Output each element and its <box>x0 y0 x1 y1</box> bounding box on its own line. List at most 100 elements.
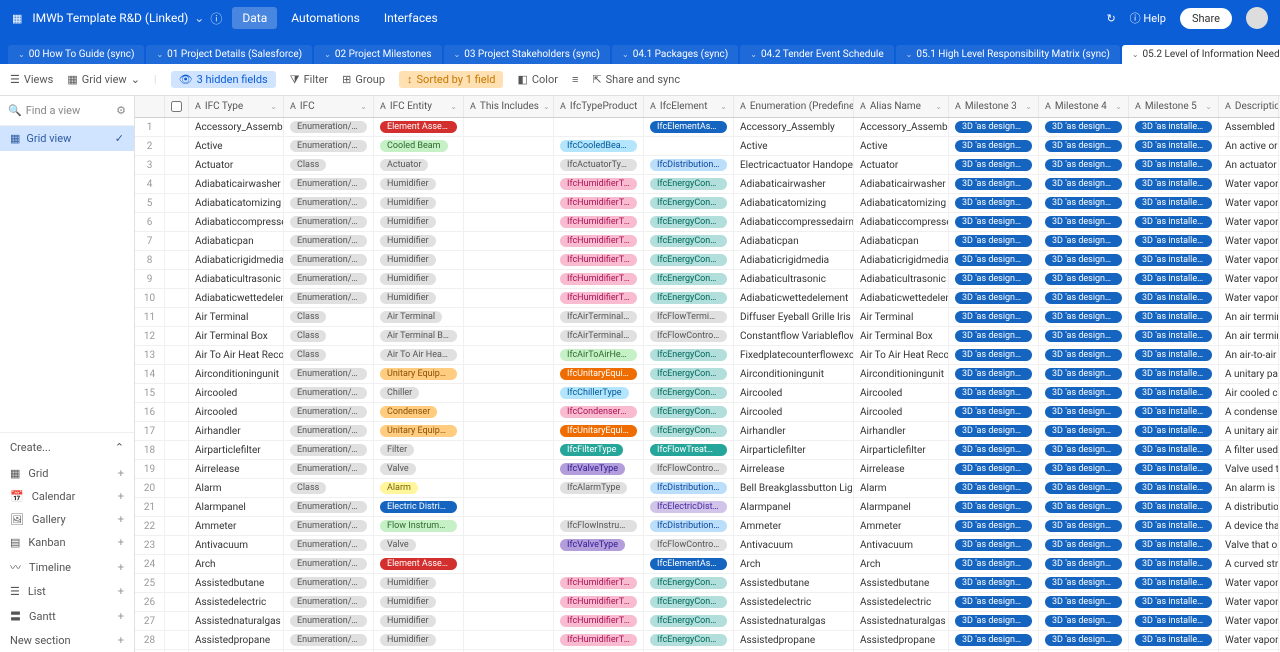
cell-m3[interactable]: 3D 'as designed', gener... <box>949 308 1039 326</box>
cell-ifcelement[interactable]: IfcEnergyConversionDev... <box>644 175 734 193</box>
cell-ifctype[interactable]: Airconditioningunit <box>189 365 284 383</box>
cell-ifc[interactable]: Enumeration/PreDefine... <box>284 270 374 288</box>
table-row[interactable]: 25AssistedbutaneEnumeration/PreDefine...… <box>135 574 1280 593</box>
cell-ifctypeproduct[interactable]: IfcUnitaryEquipmentType <box>554 422 644 440</box>
row-checkbox[interactable] <box>165 194 189 212</box>
column-header[interactable]: A IfcTypeProduct⌄ <box>554 96 644 117</box>
cell-enum[interactable]: Ammeter <box>734 517 854 535</box>
cell-m3[interactable]: 3D 'as designed', gener... <box>949 536 1039 554</box>
view-search[interactable]: 🔍 Find a view⚙ <box>0 96 134 126</box>
row-checkbox[interactable] <box>165 213 189 231</box>
cell-m4[interactable]: 3D 'as designed', specific... <box>1039 460 1129 478</box>
cell-includes[interactable] <box>464 175 554 193</box>
cell-m5[interactable]: 3D 'as installed', specific... <box>1129 479 1219 497</box>
sidebar-create-kanban[interactable]: ▤Kanban+ <box>0 531 134 554</box>
cell-includes[interactable] <box>464 422 554 440</box>
cell-m3[interactable]: 3D 'as designed', gener... <box>949 612 1039 630</box>
info-icon[interactable]: ⓘ <box>210 10 222 27</box>
cell-ifctypeproduct[interactable]: IfcHumidifierType <box>554 574 644 592</box>
cell-m4[interactable]: 3D 'as designed', specific... <box>1039 517 1129 535</box>
cell-desc[interactable]: Assembled accesso <box>1219 118 1279 136</box>
cell-enum[interactable]: Accessory_Assembly <box>734 118 854 136</box>
table-row[interactable]: 12Air Terminal BoxClassAir Terminal BoxI… <box>135 327 1280 346</box>
cell-ifc[interactable]: Enumeration/PreDefine... <box>284 555 374 573</box>
cell-alias[interactable]: Air Terminal <box>854 308 949 326</box>
cell-m4[interactable]: 3D 'as designed', specific... <box>1039 175 1129 193</box>
cell-alias[interactable]: Alarm <box>854 479 949 497</box>
cell-desc[interactable]: An air terminal box <box>1219 327 1279 345</box>
cell-ifcentity[interactable]: Humidifier <box>374 612 464 630</box>
cell-ifcentity[interactable]: Unitary Equipment <box>374 422 464 440</box>
cell-ifcentity[interactable]: Element Assembly <box>374 118 464 136</box>
row-checkbox[interactable] <box>165 441 189 459</box>
cell-desc[interactable]: A device that read <box>1219 517 1279 535</box>
table-row[interactable]: 20AlarmClassAlarmIfcAlarmTypeIfcDistribu… <box>135 479 1280 498</box>
row-checkbox[interactable] <box>165 612 189 630</box>
cell-ifctypeproduct[interactable]: IfcHumidifierType <box>554 232 644 250</box>
cell-includes[interactable] <box>464 270 554 288</box>
table-tab[interactable]: ⌄ 05.1 High Level Responsibility Matrix … <box>896 45 1120 64</box>
column-header[interactable]: A Milestone 4⌄ <box>1039 96 1129 117</box>
cell-ifctypeproduct[interactable] <box>554 555 644 573</box>
row-checkbox[interactable] <box>165 346 189 364</box>
cell-m4[interactable]: 3D 'as designed', specific... <box>1039 289 1129 307</box>
cell-includes[interactable] <box>464 213 554 231</box>
cell-includes[interactable] <box>464 194 554 212</box>
table-row[interactable]: 2ActiveEnumeration/PreDefine...Cooled Be… <box>135 137 1280 156</box>
table-row[interactable]: 21AlarmpanelEnumeration/PreDefine...Elec… <box>135 498 1280 517</box>
cell-ifctypeproduct[interactable]: IfcChillerType <box>554 384 644 402</box>
cell-ifctype[interactable]: Assistedbutane <box>189 574 284 592</box>
table-tab[interactable]: ⌄ 03 Project Stakeholders (sync) <box>444 45 611 64</box>
cell-m3[interactable]: 3D 'as designed', gener... <box>949 289 1039 307</box>
row-checkbox[interactable] <box>165 555 189 573</box>
cell-ifcentity[interactable]: Humidifier <box>374 213 464 231</box>
cell-desc[interactable]: Water vapor is add <box>1219 251 1279 269</box>
row-checkbox[interactable] <box>165 327 189 345</box>
cell-ifcentity[interactable]: Alarm <box>374 479 464 497</box>
cell-m3[interactable]: 3D 'as designed', gener... <box>949 365 1039 383</box>
table-row[interactable]: 8AdiabaticrigidmediaEnumeration/PreDefin… <box>135 251 1280 270</box>
table-tab[interactable]: ⌄ 00 How To Guide (sync) <box>8 45 144 64</box>
cell-ifctype[interactable]: Alarm <box>189 479 284 497</box>
cell-ifc[interactable]: Enumeration/PreDefine... <box>284 384 374 402</box>
column-header[interactable]: A IFC Entity⌄ <box>374 96 464 117</box>
cell-enum[interactable]: Constantflow Variableflowpressuredepe <box>734 327 854 345</box>
cell-m3[interactable]: 3D 'as designed', gener... <box>949 327 1039 345</box>
cell-ifc[interactable]: Enumeration/PreDefine... <box>284 118 374 136</box>
row-checkbox[interactable] <box>165 631 189 649</box>
cell-ifcelement[interactable]: IfcElementAssembly <box>644 555 734 573</box>
cell-enum[interactable]: Active <box>734 137 854 155</box>
table-row[interactable]: 18AirparticlefilterEnumeration/PreDefine… <box>135 441 1280 460</box>
cell-m4[interactable]: 3D 'as designed', specific... <box>1039 574 1129 592</box>
cell-ifc[interactable]: Enumeration/PreDefine... <box>284 194 374 212</box>
cell-ifcentity[interactable]: Air Terminal Box <box>374 327 464 345</box>
gridview-button[interactable]: ▦ Grid view ⌄ <box>67 73 140 86</box>
cell-ifc[interactable]: Enumeration/PreDefine... <box>284 232 374 250</box>
row-checkbox[interactable] <box>165 365 189 383</box>
cell-ifc[interactable]: Enumeration/PreDefine... <box>284 441 374 459</box>
cell-ifcentity[interactable]: Electric Distribution Point <box>374 498 464 516</box>
rowheight-button[interactable]: ≡ <box>572 73 578 86</box>
cell-m5[interactable]: 3D 'as installed', specific... <box>1129 270 1219 288</box>
cell-includes[interactable] <box>464 498 554 516</box>
cell-m5[interactable]: 3D 'as installed', specific... <box>1129 232 1219 250</box>
cell-m5[interactable]: 3D 'as installed', specific... <box>1129 175 1219 193</box>
cell-ifctype[interactable]: Adiabaticpan <box>189 232 284 250</box>
cell-ifcelement[interactable]: IfcEnergyConversionDev... <box>644 289 734 307</box>
cell-m4[interactable]: 3D 'as designed', specific... <box>1039 194 1129 212</box>
cell-desc[interactable]: Water vapor is add <box>1219 574 1279 592</box>
cell-ifctypeproduct[interactable]: IfcActuatorType <box>554 156 644 174</box>
cell-alias[interactable]: Adiabaticpan <box>854 232 949 250</box>
cell-enum[interactable]: Diffuser Eyeball Grille Iris Lineardiff <box>734 308 854 326</box>
row-checkbox[interactable] <box>165 118 189 136</box>
history-icon[interactable]: ↻ <box>1106 12 1115 25</box>
cell-alias[interactable]: Aircooled <box>854 403 949 421</box>
row-checkbox[interactable] <box>165 498 189 516</box>
cell-includes[interactable] <box>464 289 554 307</box>
cell-desc[interactable]: Valve that opens t <box>1219 536 1279 554</box>
cell-desc[interactable]: A unitary packaged <box>1219 365 1279 383</box>
cell-ifctypeproduct[interactable]: IfcFlowInstrumentType <box>554 517 644 535</box>
cell-ifc[interactable]: Enumeration/PreDefine... <box>284 422 374 440</box>
row-checkbox[interactable] <box>165 574 189 592</box>
table-row[interactable]: 26AssistedelectricEnumeration/PreDefine.… <box>135 593 1280 612</box>
